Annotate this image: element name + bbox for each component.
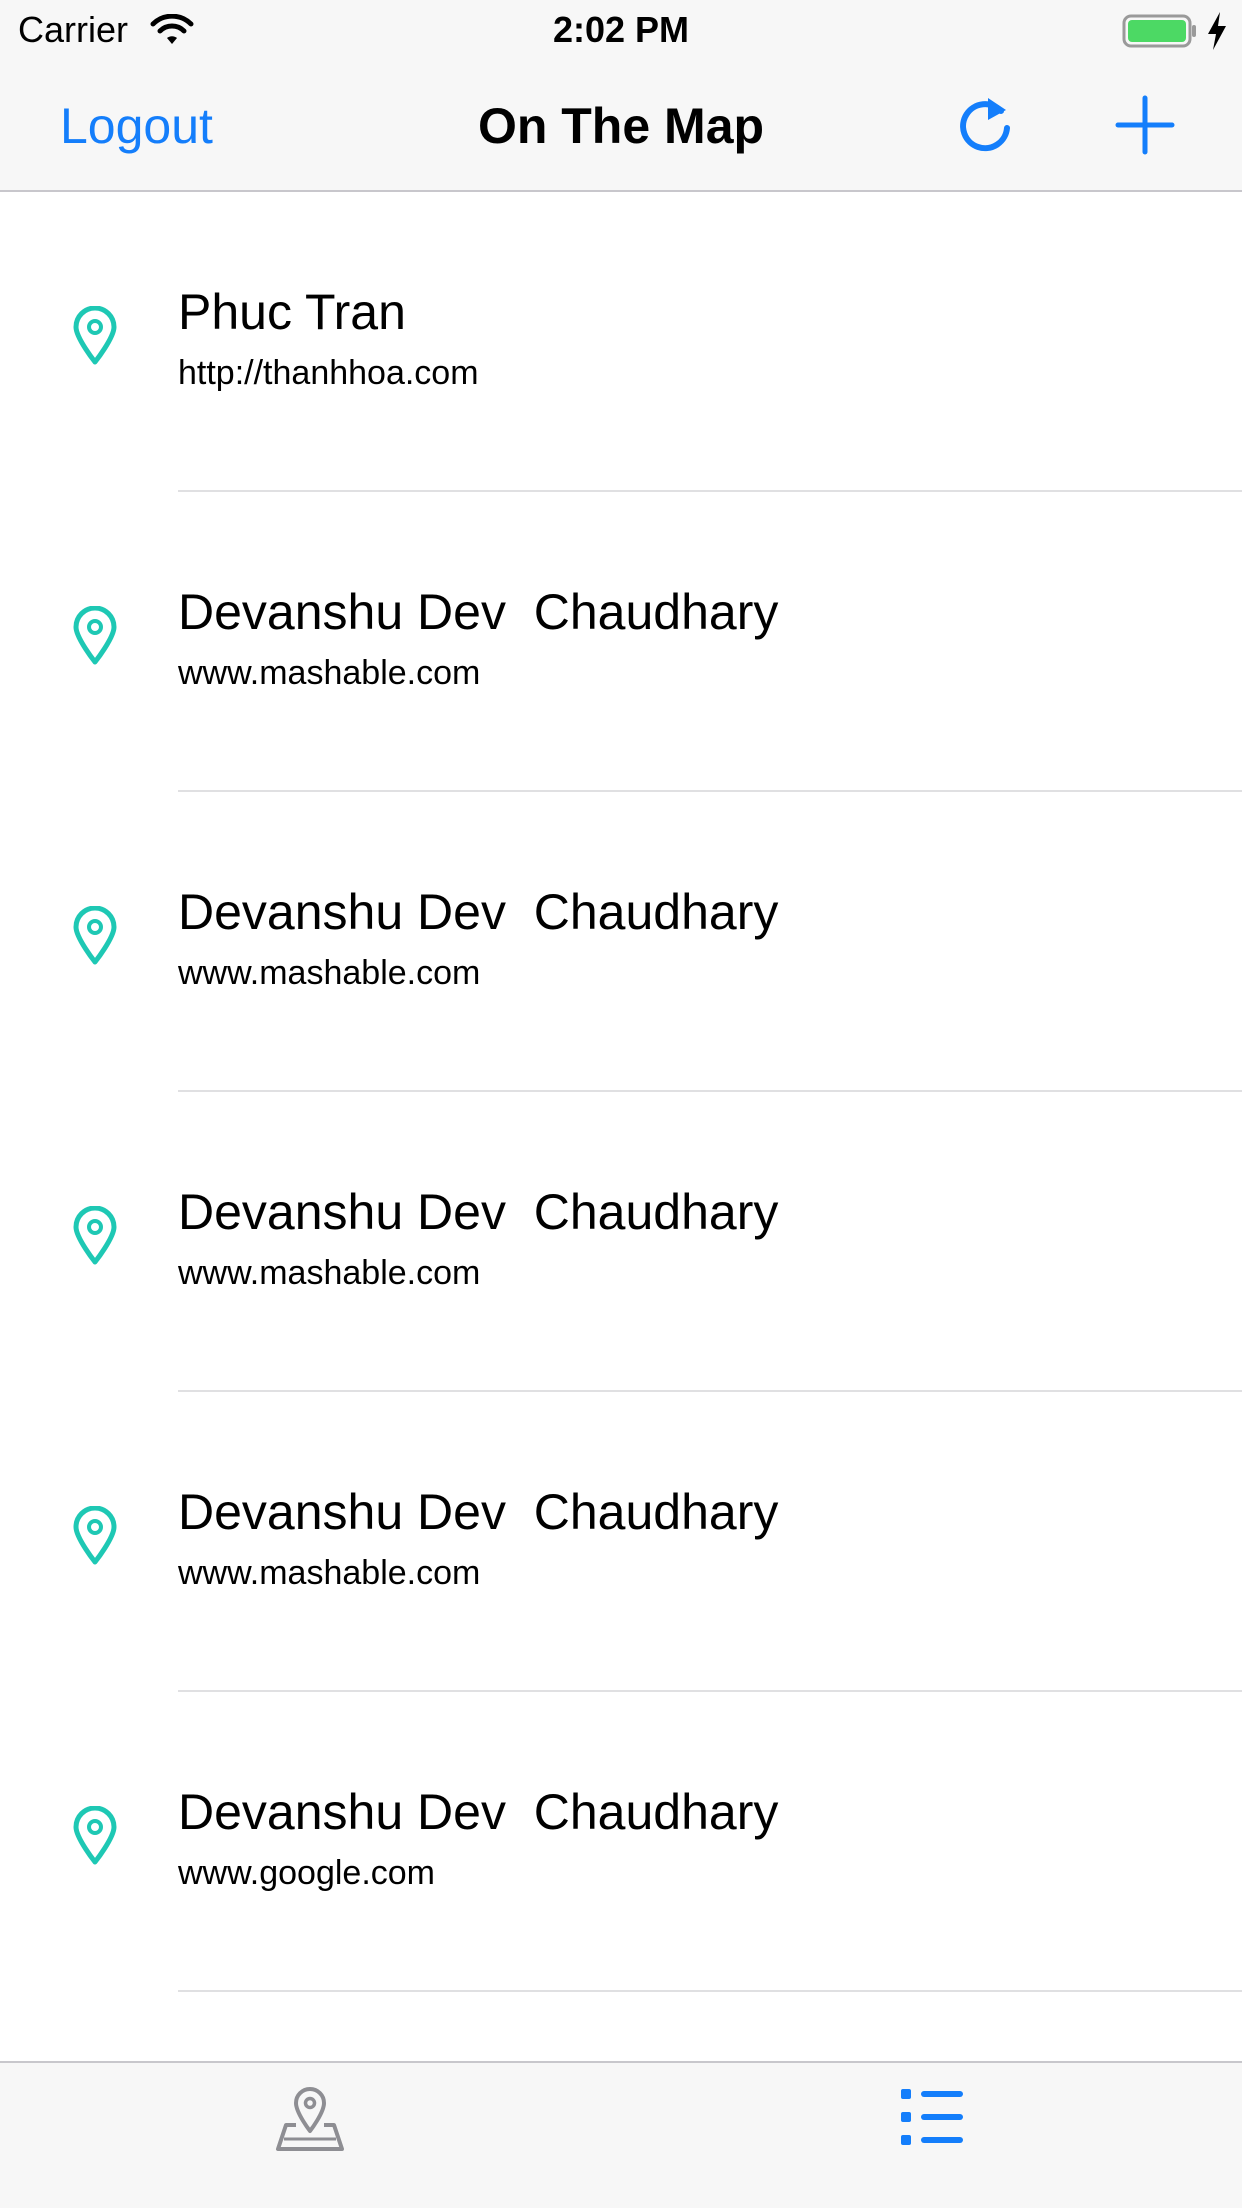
student-name: Devanshu Dev Chaudhary xyxy=(178,1484,779,1540)
tab-map[interactable] xyxy=(0,2063,621,2208)
student-name: Devanshu Dev Chaudhary xyxy=(178,1784,779,1840)
navigation-bar: Logout On The Map xyxy=(0,60,1242,192)
row-separator xyxy=(178,1990,1242,1992)
tab-bar xyxy=(0,2061,1242,2208)
battery-icon xyxy=(1122,14,1196,48)
list-item[interactable]: Devanshu Dev Chaudhary www.mashable.com xyxy=(0,792,1242,1092)
student-name: Devanshu Dev Chaudhary xyxy=(178,884,779,940)
charging-bolt-icon xyxy=(1208,12,1226,50)
tab-list[interactable] xyxy=(621,2063,1242,2208)
list-item[interactable]: Devanshu Dev Chaudhary www.google.com xyxy=(0,1692,1242,1992)
list-item[interactable]: Devanshu Dev Chaudhary www.mashable.com xyxy=(0,492,1242,792)
list-item[interactable]: Devanshu Dev Chaudhary www.mashable.com xyxy=(0,1092,1242,1392)
location-pin-icon xyxy=(73,1206,117,1265)
screen: Carrier 2:02 PM Logout On The Map Phuc T… xyxy=(0,0,1242,2208)
student-url: http://thanhhoa.com xyxy=(178,354,479,392)
student-url: www.mashable.com xyxy=(178,654,481,692)
location-pin-icon xyxy=(73,1806,117,1865)
refresh-icon[interactable] xyxy=(950,90,1020,160)
student-url: www.mashable.com xyxy=(178,1554,481,1592)
student-name: Devanshu Dev Chaudhary xyxy=(178,584,779,640)
status-bar: Carrier 2:02 PM xyxy=(0,0,1242,60)
student-url: www.mashable.com xyxy=(178,1254,481,1292)
student-name: Devanshu Dev Chaudhary xyxy=(178,1184,779,1240)
student-url: www.mashable.com xyxy=(178,954,481,992)
status-time: 2:02 PM xyxy=(552,9,690,50)
plus-icon[interactable] xyxy=(1110,90,1180,160)
student-location-list[interactable]: Phuc Tran http://thanhhoa.com Devanshu D… xyxy=(0,192,1242,2062)
list-item[interactable]: Phuc Tran http://thanhhoa.com xyxy=(0,192,1242,492)
list-icon xyxy=(901,2089,963,2145)
map-pin-icon xyxy=(276,2087,344,2151)
location-pin-icon xyxy=(73,306,117,365)
location-pin-icon xyxy=(73,1506,117,1565)
list-item[interactable]: Devanshu Dev Chaudhary www.mashable.com xyxy=(0,1392,1242,1692)
student-url: www.google.com xyxy=(178,1854,436,1892)
student-name: Phuc Tran xyxy=(178,284,406,340)
location-pin-icon xyxy=(73,606,117,665)
page-title: On The Map xyxy=(477,98,765,154)
location-pin-icon xyxy=(73,906,117,965)
